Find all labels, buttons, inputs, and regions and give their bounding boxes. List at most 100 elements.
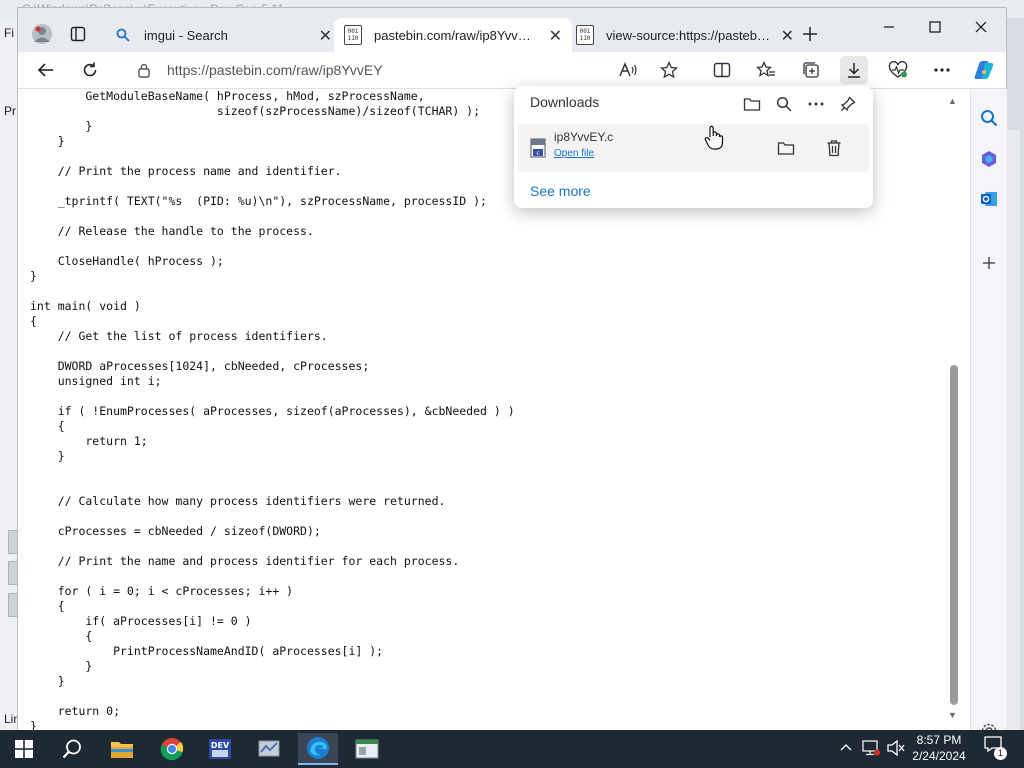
search-icon: [116, 28, 130, 42]
show-hidden-icons-icon[interactable]: [840, 742, 852, 752]
taskbar-chrome[interactable]: [152, 733, 192, 765]
network-icon[interactable]: [862, 740, 880, 756]
c-file-icon: c: [530, 138, 546, 158]
scroll-down-arrow-icon[interactable]: ▼: [948, 710, 957, 720]
taskbar-file-explorer[interactable]: [102, 733, 142, 765]
clock-date[interactable]: 2/24/2024: [908, 749, 970, 763]
split-screen-button[interactable]: [708, 56, 736, 84]
background-app-edge: Fi Pr Lin: [0, 18, 20, 730]
notification-center-button[interactable]: 1: [984, 736, 1007, 760]
see-more-link[interactable]: See more: [530, 183, 591, 199]
collections-button[interactable]: [797, 56, 825, 84]
svg-text:c: c: [536, 150, 539, 157]
tab-title: pastebin.com/raw/ip8YvvEY: [374, 27, 534, 43]
code-line: int main( void ): [30, 299, 141, 313]
code-line: return 0;: [30, 704, 121, 718]
close-tab-icon[interactable]: ✕: [781, 26, 794, 46]
sidebar-outlook-button[interactable]: [977, 187, 1001, 211]
pin-icon: [840, 96, 856, 112]
settings-more-button[interactable]: [928, 56, 956, 84]
copilot-button[interactable]: [970, 56, 998, 84]
back-button[interactable]: [32, 56, 60, 84]
code-line: sizeof(szProcessName)/sizeof(TCHAR) );: [30, 104, 481, 118]
pin-downloads-button[interactable]: [836, 92, 860, 116]
downloads-more-options-button[interactable]: [804, 92, 828, 116]
browser-essentials-button[interactable]: [884, 56, 912, 84]
sidebar-copilot-button[interactable]: [977, 147, 1001, 171]
taskbar-app-utility[interactable]: [249, 733, 289, 765]
download-item[interactable]: c ip8YvvEY.c Open file: [518, 124, 869, 172]
chrome-icon: [160, 738, 184, 761]
copilot-icon: [974, 61, 994, 79]
close-window-button[interactable]: [958, 12, 1004, 42]
scroll-up-arrow-icon[interactable]: ▲: [948, 96, 957, 106]
open-downloads-folder-button[interactable]: [740, 92, 764, 116]
code-line: PrintProcessNameAndID( aProcesses[i] );: [30, 644, 384, 658]
close-tab-icon[interactable]: ✕: [549, 26, 562, 46]
tab-imgui-search[interactable]: imgui - Search ✕: [104, 18, 342, 52]
code-line: // Get the list of process identifiers.: [30, 329, 328, 343]
downloads-button[interactable]: [840, 56, 868, 84]
code-line: unsigned int i;: [30, 374, 162, 388]
code-line: // Calculate how many process identifier…: [30, 494, 446, 508]
code-line: // Print the name and process identifier…: [30, 554, 460, 568]
windows-logo-icon: [15, 740, 33, 758]
taskbar-edge[interactable]: [298, 733, 338, 765]
new-tab-button[interactable]: [796, 20, 824, 48]
open-file-link[interactable]: Open file: [554, 148, 594, 159]
search-downloads-button[interactable]: [772, 92, 796, 116]
read-aloud-button[interactable]: [614, 56, 642, 84]
plus-icon: [803, 27, 817, 41]
scrollbar-thumb[interactable]: [950, 365, 958, 705]
page-scrollbar[interactable]: ▲ ▼: [948, 90, 958, 724]
tab-view-source[interactable]: 001110 view-source:https://pastebin.com/…: [566, 18, 804, 52]
start-button[interactable]: [4, 733, 44, 765]
taskbar-dev-cpp[interactable]: DEV: [200, 733, 240, 765]
background-panel-fragment: Pr: [4, 104, 16, 118]
tab-pastebin-raw[interactable]: 001 110 pastebin.com/raw/ip8YvvEY ✕: [334, 18, 572, 52]
folder-icon: [777, 142, 795, 155]
volume-muted-icon[interactable]: [886, 739, 906, 757]
code-line: CloseHandle( hProcess );: [30, 254, 224, 268]
app-window-icon: [355, 739, 379, 759]
taskbar-app-window[interactable]: [347, 733, 387, 765]
taskbar-search-button[interactable]: [52, 733, 92, 765]
clock-time[interactable]: 8:57 PM: [908, 733, 970, 747]
search-icon: [62, 739, 81, 759]
minimize-button[interactable]: [866, 12, 912, 42]
favorites-button[interactable]: [752, 56, 780, 84]
code-line: for ( i = 0; i < cProcesses; i++ ): [30, 584, 294, 598]
tab-title: imgui - Search: [144, 27, 228, 43]
collections-icon: [803, 62, 819, 78]
url-text[interactable]: https://pastebin.com/raw/ip8YvvEY: [167, 62, 383, 78]
code-line: }: [30, 719, 37, 730]
delete-download-button[interactable]: [822, 136, 846, 160]
code-line: }: [30, 134, 65, 148]
maximize-icon: [929, 21, 941, 33]
tab-actions-button[interactable]: [64, 20, 92, 48]
close-tab-icon[interactable]: ✕: [319, 26, 332, 46]
favorite-button[interactable]: [655, 56, 683, 84]
hand-cursor-icon: [704, 125, 724, 150]
code-line: DWORD aProcesses[1024], cbNeeded, cProce…: [30, 359, 370, 373]
refresh-button[interactable]: [76, 56, 104, 84]
show-in-folder-button[interactable]: [774, 136, 798, 160]
sidebar-add-button[interactable]: [977, 251, 1001, 275]
profile-icon: [32, 24, 52, 44]
profile-avatar[interactable]: [28, 20, 56, 48]
code-line: // Print the process name and identifier…: [30, 164, 342, 178]
code-line: {: [30, 599, 65, 613]
lock-icon[interactable]: [137, 63, 151, 78]
code-line: {: [30, 314, 37, 328]
refresh-icon: [83, 62, 97, 77]
address-bar[interactable]: https://pastebin.com/raw/ip8YvvEY: [118, 56, 678, 84]
taskbar: DEV 8:57 PM 2/24/2024 1: [0, 730, 1024, 768]
code-line: {: [30, 629, 93, 643]
maximize-button[interactable]: [912, 12, 958, 42]
search-icon: [776, 96, 792, 112]
code-text: GetModuleBaseName( hProcess, hMod, szPro…: [30, 89, 515, 730]
sidebar-search-button[interactable]: [977, 106, 1001, 130]
